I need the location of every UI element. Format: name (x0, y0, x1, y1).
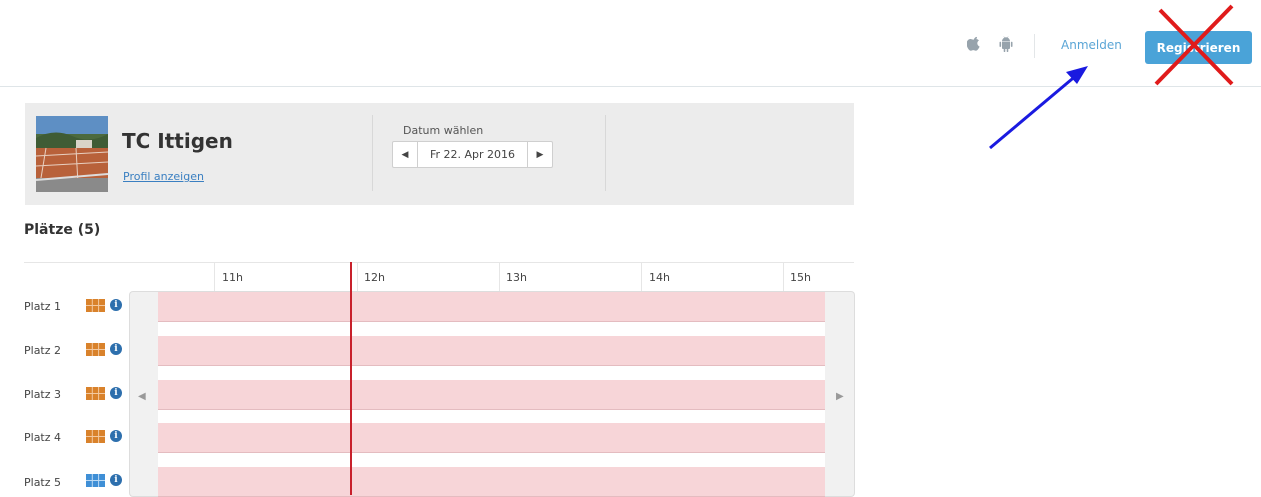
next-day-button[interactable]: ▶ (527, 142, 552, 167)
card-divider (372, 115, 373, 191)
hour-tick (499, 263, 500, 292)
hard-court-icon (86, 474, 105, 487)
chevron-left-icon: ◀ (138, 391, 146, 402)
hour-tick (783, 263, 784, 292)
club-header-card: TC Ittigen Profil anzeigen Datum wählen … (25, 103, 854, 205)
clay-court-icon (86, 430, 105, 443)
time-header: 11h 12h 13h 14h 15h (24, 262, 854, 292)
caret-right-icon: ▶ (536, 149, 544, 160)
clay-court-icon (86, 343, 105, 356)
header-divider (1034, 34, 1035, 58)
profile-link[interactable]: Profil anzeigen (123, 170, 204, 183)
courts-title: Plätze (5) (24, 222, 101, 238)
scroll-left-button[interactable]: ◀ (129, 291, 159, 497)
clay-court-icon (86, 299, 105, 312)
court-label: Platz 5 (24, 476, 62, 489)
date-picker: ◀ Fr 22. Apr 2016 ▶ (392, 141, 553, 168)
hour-label: 15h (790, 271, 811, 284)
clay-court-icon (86, 387, 105, 400)
caret-left-icon: ◀ (401, 149, 409, 160)
court-slot-row[interactable] (158, 423, 825, 453)
register-button[interactable]: Registrieren (1145, 31, 1252, 64)
club-name: TC Ittigen (122, 129, 233, 153)
court-label: Platz 2 (24, 344, 62, 357)
date-label: Datum wählen (403, 124, 484, 137)
hour-tick (641, 263, 642, 292)
hour-label: 14h (649, 271, 670, 284)
court-label: Platz 4 (24, 431, 62, 444)
court-slot-row[interactable] (158, 336, 825, 366)
scroll-right-button[interactable]: ▶ (825, 291, 855, 497)
info-icon[interactable]: i (110, 299, 122, 311)
chevron-right-icon: ▶ (836, 391, 844, 402)
court-label: Platz 1 (24, 300, 62, 313)
club-photo (36, 116, 108, 192)
info-icon[interactable]: i (110, 430, 122, 442)
court-label: Platz 3 (24, 388, 62, 401)
login-link[interactable]: Anmelden (1061, 38, 1122, 52)
hour-label: 11h (222, 271, 243, 284)
court-slot-row[interactable] (158, 467, 825, 497)
hour-tick (357, 263, 358, 292)
previous-day-button[interactable]: ◀ (393, 142, 418, 167)
current-time-line (350, 262, 352, 495)
court-slot-row[interactable] (158, 380, 825, 410)
hour-label: 13h (506, 271, 527, 284)
info-icon[interactable]: i (110, 343, 122, 355)
court-slot-row[interactable] (158, 292, 825, 322)
hour-tick (214, 263, 215, 292)
date-value[interactable]: Fr 22. Apr 2016 (418, 142, 527, 167)
apple-icon[interactable] (967, 36, 981, 52)
card-divider (605, 115, 606, 191)
booking-grid (158, 291, 825, 497)
info-icon[interactable]: i (110, 387, 122, 399)
android-icon[interactable] (999, 36, 1013, 52)
info-icon[interactable]: i (110, 474, 122, 486)
top-bar: Anmelden Registrieren (0, 0, 1261, 87)
hour-label: 12h (364, 271, 385, 284)
